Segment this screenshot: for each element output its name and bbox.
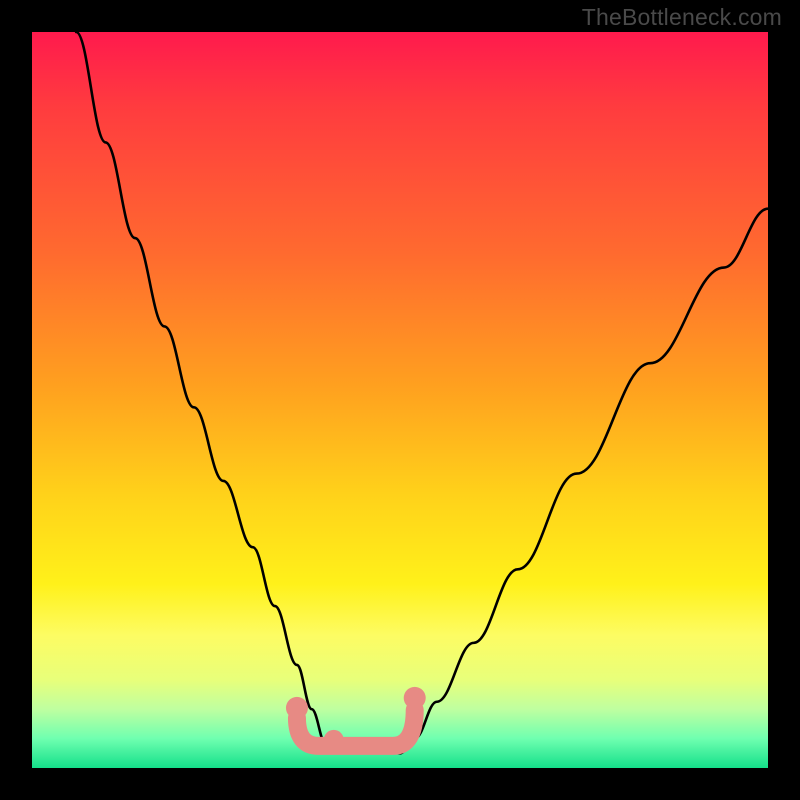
bottleneck-curve — [76, 32, 768, 753]
marker-right — [404, 687, 426, 709]
chart-svg — [32, 32, 768, 768]
plot-area — [32, 32, 768, 768]
watermark-text: TheBottleneck.com — [582, 4, 782, 31]
chart-frame: TheBottleneck.com — [0, 0, 800, 800]
marker-left — [286, 697, 308, 719]
marker-min — [324, 730, 344, 750]
